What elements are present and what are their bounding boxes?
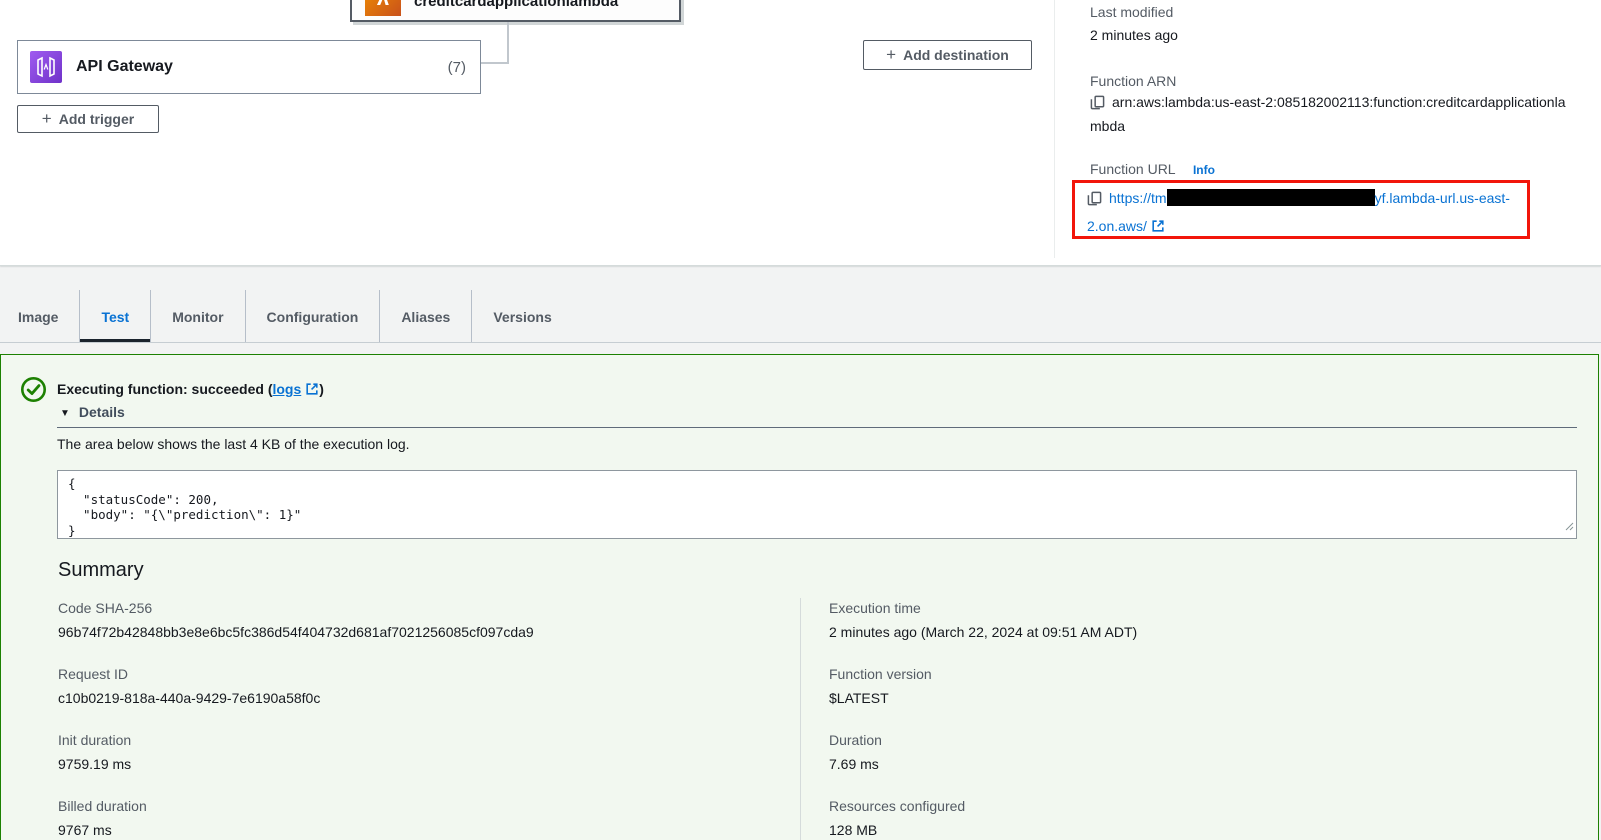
execution-log-note: The area below shows the last 4 KB of th…	[57, 436, 410, 452]
summary-item-billed-duration: Billed duration 9767 ms	[58, 796, 800, 840]
trigger-count-badge: (7)	[448, 59, 466, 76]
summary-item-function-version: Function version $LATEST	[829, 664, 1578, 708]
lambda-console-page: λ creditcardapplicationlambda API Gatewa…	[0, 0, 1601, 840]
summary-left-column: Code SHA-256 96b74f72b42848bb3e8e6bc5fc3…	[58, 598, 800, 840]
details-divider	[57, 427, 1577, 428]
tab-test[interactable]: Test	[79, 290, 150, 343]
summary-item-request-id: Request ID c10b0219-818a-440a-9429-7e619…	[58, 664, 800, 708]
resize-handle[interactable]	[1563, 518, 1574, 536]
summary-right-column: Execution time 2 minutes ago (March 22, …	[800, 598, 1578, 840]
lambda-function-name: creditcardapplicationlambda	[414, 0, 618, 12]
external-link-icon	[1151, 216, 1165, 241]
execution-status-text: Executing function: succeeded (logs )	[57, 381, 324, 399]
function-arn-label: Function ARN	[1090, 73, 1176, 89]
summary-section: Code SHA-256 96b74f72b42848bb3e8e6bc5fc3…	[58, 598, 1578, 840]
add-destination-button[interactable]: + Add destination	[863, 40, 1032, 70]
function-url-label: Function URL Info	[1090, 161, 1215, 177]
summary-item-code-sha256: Code SHA-256 96b74f72b42848bb3e8e6bc5fc3…	[58, 598, 800, 642]
add-destination-label: Add destination	[903, 47, 1009, 63]
api-gateway-trigger-node[interactable]: API Gateway (7)	[17, 40, 481, 94]
api-gateway-icon	[30, 51, 62, 83]
summary-item-init-duration: Init duration 9759.19 ms	[58, 730, 800, 774]
plus-icon: +	[42, 110, 52, 127]
add-trigger-label: Add trigger	[59, 111, 134, 127]
trigger-name: API Gateway	[76, 58, 173, 76]
function-url-link[interactable]: https://tmyf.lambda-url.us-east-2.on.aws…	[1087, 190, 1510, 234]
tab-aliases[interactable]: Aliases	[379, 290, 471, 343]
tabs-divider	[0, 342, 1601, 343]
lambda-service-icon: λ	[365, 0, 401, 16]
last-modified-label: Last modified	[1090, 4, 1173, 20]
summary-item-resources-configured: Resources configured 128 MB	[829, 796, 1578, 840]
success-check-icon	[20, 376, 47, 408]
tab-monitor[interactable]: Monitor	[150, 290, 244, 343]
function-overview-panel: λ creditcardapplicationlambda API Gatewa…	[0, 0, 1601, 266]
add-trigger-button[interactable]: + Add trigger	[17, 105, 159, 133]
summary-heading: Summary	[58, 559, 144, 582]
summary-item-duration: Duration 7.69 ms	[829, 730, 1578, 774]
plus-icon: +	[886, 46, 896, 63]
last-modified-value: 2 minutes ago	[1090, 27, 1178, 43]
redacted-url-segment	[1167, 189, 1375, 206]
info-link[interactable]: Info	[1193, 163, 1215, 177]
tab-image[interactable]: Image	[18, 290, 79, 343]
function-arn-value: arn:aws:lambda:us-east-2:085182002113:fu…	[1090, 94, 1565, 134]
function-arn-row: arn:aws:lambda:us-east-2:085182002113:fu…	[1090, 92, 1571, 137]
overview-vertical-divider	[1054, 0, 1055, 258]
details-toggle[interactable]: ▼ Details	[60, 404, 125, 420]
copy-icon[interactable]	[1090, 95, 1105, 116]
caret-down-icon: ▼	[60, 408, 70, 419]
details-label: Details	[79, 404, 125, 420]
summary-item-execution-time: Execution time 2 minutes ago (March 22, …	[829, 598, 1578, 642]
execution-log-textarea[interactable]: { "statusCode": 200, "body": "{\"predict…	[57, 470, 1577, 539]
lambda-function-node[interactable]: λ creditcardapplicationlambda	[350, 0, 681, 22]
execution-log-content: { "statusCode": 200, "body": "{\"predict…	[68, 476, 1566, 538]
tab-configuration[interactable]: Configuration	[245, 290, 380, 343]
tab-versions[interactable]: Versions	[471, 290, 572, 343]
logs-link[interactable]: logs	[272, 381, 301, 397]
copy-icon[interactable]	[1087, 189, 1102, 214]
function-tabs: Image Test Monitor Configuration Aliases…	[18, 290, 1601, 343]
external-link-icon	[305, 382, 319, 399]
diagram-connector-line	[481, 22, 509, 64]
function-url-highlight-box: https://tmyf.lambda-url.us-east-2.on.aws…	[1072, 180, 1530, 239]
